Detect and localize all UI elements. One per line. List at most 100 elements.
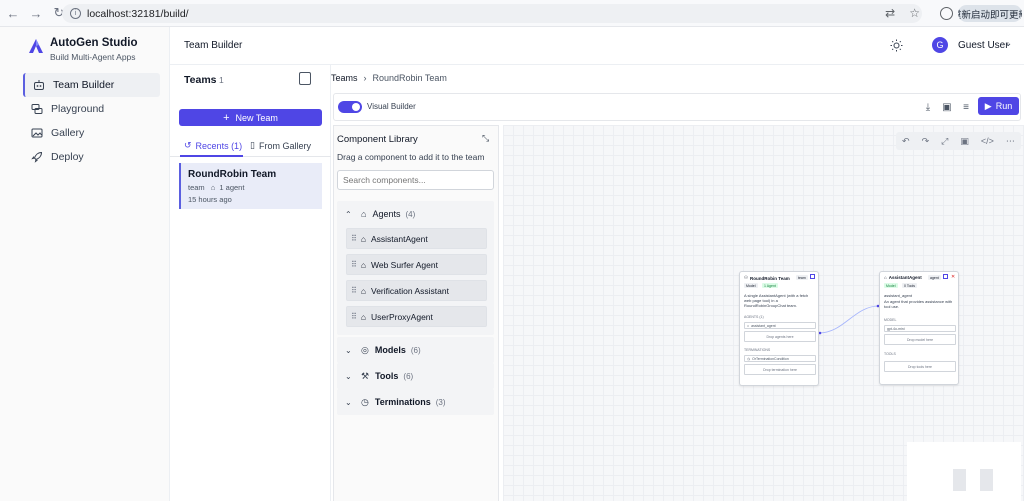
team-agent-entry[interactable]: ⌂ assistant_agent [744,322,816,329]
app-sidebar: AutoGen Studio Build Multi-Agent Apps Te… [0,27,170,501]
rocket-icon [31,151,43,163]
run-button[interactable]: ▶ Run [978,97,1019,115]
team-agent-name: assistant_agent [751,323,776,328]
tab-gallery-label: From Gallery [258,140,311,151]
code-icon[interactable]: </> [981,136,994,146]
drop-model-zone[interactable]: Drop model here [884,334,956,345]
models-label: Models [374,345,406,355]
builder-toolbar: Visual Builder ⤓ ▣ ≡ ▶ Run [333,93,1021,121]
avatar[interactable]: G [932,37,948,53]
agent-model-pill: Model [884,283,898,288]
terminations-section[interactable]: ⌄ ◷ Terminations (3) [337,389,494,415]
drop-tools-zone[interactable]: Drop tools here [884,361,956,372]
chevron-down-icon[interactable]: ⌄ [1004,38,1012,49]
sidebar-item-label: Team Builder [53,79,115,91]
models-section[interactable]: ⌄ ◎ Models (6) [337,337,494,363]
terminations-count: (3) [435,397,446,407]
team-card-meta: team ⌂ 1 agent [188,183,322,192]
browser-toolbar: ← → ↻ i localhost:32181/build/ ⇄ ☆ 重新启动即… [0,0,1024,27]
user-name[interactable]: Guest User [958,40,1009,51]
bookmark-star-icon[interactable]: ☆ [909,6,920,20]
team-node[interactable]: ⚇ RoundRobin Team team Model 1 Agent A s… [739,271,819,386]
team-agents-pill: 1 Agent [762,283,778,288]
edit-icon[interactable] [810,274,815,279]
visual-builder-toggle[interactable] [338,101,362,113]
drag-handle-icon[interactable]: ⠿ [351,260,357,269]
drag-handle-icon[interactable]: ⠿ [351,312,357,321]
new-team-button[interactable]: + New Team [179,109,322,126]
team-termination-entry[interactable]: ◷ OrTerminationCondition [744,355,816,362]
save-icon[interactable]: ▣ [960,136,969,147]
fullscreen-icon[interactable]: ⤢ [941,136,948,147]
plus-icon: + [223,111,230,124]
sidebar-item-team-builder[interactable]: Team Builder [23,73,160,97]
models-section-header[interactable]: ⌄ ◎ Models (6) [337,337,494,363]
tab-recents[interactable]: ↺ Recents (1) [184,140,242,151]
team-card[interactable]: RoundRobin Team team ⌂ 1 agent 15 hours … [179,163,322,209]
team-node-title: RoundRobin Team [750,275,790,281]
team-node-header: ⚇ RoundRobin Team [744,275,790,281]
team-agents-heading: AGENTS (1) [744,315,764,319]
tab-from-gallery[interactable]: ▯ From Gallery [250,140,311,151]
drag-handle-icon[interactable]: ⠿ [351,286,357,295]
search-components-input[interactable] [337,170,494,190]
sidebar-item-playground[interactable]: Playground [23,97,160,121]
library-agent-item[interactable]: ⠿ ⌂ Verification Assistant [346,280,487,301]
address-bar[interactable]: i localhost:32181/build/ [62,4,922,23]
robot-icon: ⌂ [360,233,366,244]
minimize-icon[interactable]: ⤡ [482,133,489,144]
sidebar-item-deploy[interactable]: Deploy [23,145,160,169]
canvas-minimap[interactable] [907,442,1021,501]
terminations-section-header[interactable]: ⌄ ◷ Terminations (3) [337,389,494,415]
agent-item-label: Verification Assistant [371,285,449,296]
drag-handle-icon[interactable]: ⠿ [351,234,357,243]
download-icon[interactable]: ⤓ [922,101,934,113]
gallery-icon: ▯ [250,140,255,150]
chevron-down-icon: ⌄ [345,371,352,381]
theme-toggle-sun-icon[interactable] [890,39,903,52]
chevron-down-icon: ⌄ [345,397,352,407]
robot-icon: ⌂ [360,259,366,270]
browser-profile-icon[interactable] [940,7,953,20]
team-agent-count: 1 agent [219,183,245,192]
undo-icon[interactable]: ↶ [902,136,910,147]
robot-icon: ⌂ [210,183,216,192]
terminations-label: Terminations [374,397,431,407]
agent-item-label: Web Surfer Agent [371,259,438,270]
validate-list-icon[interactable]: ≡ [960,101,972,113]
sidebar-item-label: Gallery [51,127,85,139]
agent-node-tag: agent [928,275,941,280]
play-circle-icon: ▶ [984,100,992,111]
more-icon[interactable]: ⋯ [1006,136,1015,147]
forward-arrow-icon[interactable]: → [26,3,46,23]
run-label: Run [995,101,1013,111]
tools-count: (6) [403,371,414,381]
drop-terminations-zone[interactable]: Drop termination here [744,364,816,375]
library-agent-item[interactable]: ⠿ ⌂ Web Surfer Agent [346,254,487,275]
drop-agents-zone[interactable]: Drop agents here [744,331,816,342]
agent-node[interactable]: ⌂ AssistantAgent agent ✕ Model 0 Tools a… [879,271,959,385]
builder-canvas[interactable]: ↶ ↷ ⤢ ▣ </> ⋯ ⚇ RoundRobin Team team Mod… [503,125,1024,501]
minimap-node [980,469,993,491]
translate-icon[interactable]: ⇄ [885,6,895,20]
redo-icon[interactable]: ↷ [922,136,930,147]
chevron-right-icon: › [363,73,367,83]
robot-icon [34,80,44,90]
breadcrumb-teams[interactable]: Teams [331,73,358,83]
library-agent-item[interactable]: ⠿ ⌂ UserProxyAgent [346,306,487,327]
edit-icon[interactable] [943,274,948,279]
agent-model-entry[interactable]: gpt-4o-mini [884,325,956,332]
collapse-panel-icon[interactable] [299,72,311,85]
save-icon[interactable]: ▣ [941,101,953,113]
sidebar-item-gallery[interactable]: Gallery [23,121,160,145]
site-info-icon[interactable]: i [70,8,81,19]
update-button[interactable]: 重新启动即可更新 [958,5,1022,22]
library-agent-item[interactable]: ⠿ ⌂ AssistantAgent [346,228,487,249]
delete-icon[interactable]: ✕ [951,274,955,280]
tools-section-header[interactable]: ⌄ ⚒ Tools (6) [337,363,494,389]
app-header: Team Builder G Guest User ⌄ [170,27,1024,65]
agents-section-header[interactable]: ⌃ ⌂ Agents (4) [337,201,494,227]
tools-section[interactable]: ⌄ ⚒ Tools (6) [337,363,494,389]
agents-count: (4) [405,209,416,219]
back-arrow-icon[interactable]: ← [3,3,23,23]
